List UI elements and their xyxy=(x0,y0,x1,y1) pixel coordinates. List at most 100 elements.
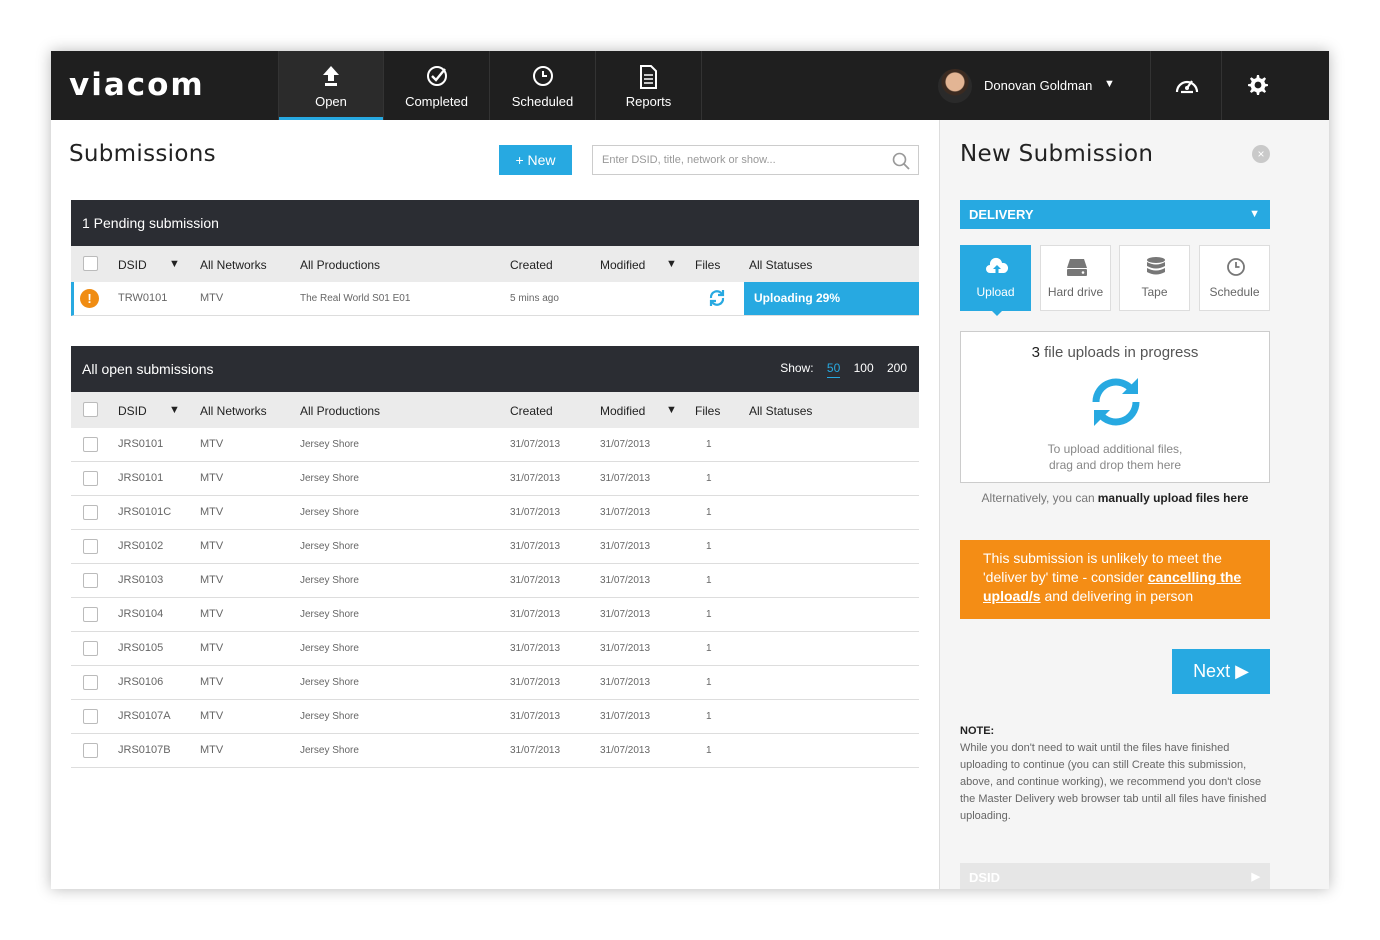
filter-statuses[interactable]: All Statuses xyxy=(749,404,812,418)
upload-status-badge: Uploading 29% xyxy=(744,282,919,315)
note-title: NOTE: xyxy=(960,725,995,737)
cell-created: 31/07/2013 xyxy=(510,609,561,620)
cell-production: Jersey Shore xyxy=(300,507,359,518)
cell-production: Jersey Shore xyxy=(300,643,359,654)
clock-icon xyxy=(1227,258,1245,276)
table-row[interactable]: JRS0105 MTV Jersey Shore 31/07/2013 31/07/20… xyxy=(71,632,919,666)
upload-arrow-icon xyxy=(323,66,339,86)
search-input[interactable] xyxy=(593,146,883,174)
filter-networks[interactable]: All Networks xyxy=(200,404,267,418)
cell-modified: 31/07/2013 xyxy=(600,643,651,654)
sort-down-icon[interactable]: ▼ xyxy=(169,404,180,416)
cell-dsid: JRS0101C xyxy=(118,506,172,518)
sort-down-icon[interactable]: ▼ xyxy=(169,258,180,270)
dashboard-button[interactable] xyxy=(1150,51,1221,120)
nav-tab-reports[interactable]: Reports xyxy=(596,51,702,120)
submission-type-select[interactable]: DELIVERY ▼ xyxy=(960,200,1270,229)
page-size-50[interactable]: 50 xyxy=(826,361,841,378)
row-checkbox[interactable] xyxy=(83,607,98,622)
nav-tab-open[interactable]: Open xyxy=(278,51,384,120)
filter-productions[interactable]: All Productions xyxy=(300,258,380,272)
table-row[interactable]: JRS0106 MTV Jersey Shore 31/07/2013 31/07/20… xyxy=(71,666,919,700)
table-row[interactable]: ! TRW0101 MTV The Real World S01 E01 5 m… xyxy=(71,282,919,316)
file-drop-zone[interactable]: 3 file uploads in progress To upload add… xyxy=(960,331,1270,483)
alt-text: Alternatively, you can xyxy=(981,491,1095,505)
table-row[interactable]: JRS0101 MTV Jersey Shore 31/07/2013 31/07/20… xyxy=(71,428,919,462)
cell-created: 31/07/2013 xyxy=(510,507,561,518)
drop-hint-line-1: To upload additional files, xyxy=(1047,442,1183,456)
method-hard-drive[interactable]: Hard drive xyxy=(1040,245,1111,311)
cell-dsid: JRS0105 xyxy=(118,642,164,654)
table-row[interactable]: JRS0102 MTV Jersey Shore 31/07/2013 31/07/20… xyxy=(71,530,919,564)
filter-statuses[interactable]: All Statuses xyxy=(749,258,812,272)
show-label: Show: xyxy=(780,361,814,375)
column-created[interactable]: Created xyxy=(510,404,553,418)
manual-upload-link[interactable]: manually upload files here xyxy=(1098,491,1249,505)
filter-networks[interactable]: All Networks xyxy=(200,258,267,272)
table-row[interactable]: JRS0101C MTV Jersey Shore 31/07/2013 31/07/2… xyxy=(71,496,919,530)
new-submission-button[interactable]: + New xyxy=(499,145,572,175)
cell-modified: 31/07/2013 xyxy=(600,745,651,756)
column-files[interactable]: Files xyxy=(695,258,720,272)
cell-dsid: JRS0107B xyxy=(118,744,171,756)
note-block: NOTE: While you don't need to wait until… xyxy=(960,723,1270,825)
row-checkbox[interactable] xyxy=(83,675,98,690)
table-row[interactable]: JRS0104 MTV Jersey Shore 31/07/2013 31/07/20… xyxy=(71,598,919,632)
table-row[interactable]: JRS0107B MTV Jersey Shore 31/07/2013 31/07/2… xyxy=(71,734,919,768)
select-all-checkbox[interactable] xyxy=(83,402,98,417)
row-checkbox[interactable] xyxy=(83,743,98,758)
select-all-checkbox[interactable] xyxy=(83,256,98,271)
cell-dsid: TRW0101 xyxy=(118,292,168,304)
dsid-section-collapsed[interactable]: DSID ▶ xyxy=(960,863,1270,889)
column-created[interactable]: Created xyxy=(510,258,553,272)
row-checkbox[interactable] xyxy=(83,573,98,588)
cell-production: Jersey Shore xyxy=(300,575,359,586)
cell-files: 1 xyxy=(706,439,712,450)
column-modified[interactable]: Modified xyxy=(600,258,645,272)
cell-files: 1 xyxy=(706,575,712,586)
cell-created: 31/07/2013 xyxy=(510,473,561,484)
filter-productions[interactable]: All Productions xyxy=(300,404,380,418)
method-tape[interactable]: Tape xyxy=(1119,245,1190,311)
table-row[interactable]: JRS0107A MTV Jersey Shore 31/07/2013 31/07/2… xyxy=(71,700,919,734)
method-upload[interactable]: Upload xyxy=(960,245,1031,316)
row-checkbox[interactable] xyxy=(83,437,98,452)
row-checkbox[interactable] xyxy=(83,471,98,486)
row-checkbox[interactable] xyxy=(83,709,98,724)
viacom-logo[interactable]: viacom xyxy=(69,67,205,103)
page-size-100[interactable]: 100 xyxy=(854,361,874,375)
page-size-200[interactable]: 200 xyxy=(887,361,907,375)
table-row[interactable]: JRS0101 MTV Jersey Shore 31/07/2013 31/07/20… xyxy=(71,462,919,496)
cell-files: 1 xyxy=(706,677,712,688)
nav-tab-scheduled[interactable]: Scheduled xyxy=(490,51,596,120)
drop-hint: To upload additional files, drag and dro… xyxy=(961,441,1269,473)
pending-section-title: 1 Pending submission xyxy=(82,215,219,231)
cell-network: MTV xyxy=(200,540,224,552)
row-checkbox[interactable] xyxy=(83,641,98,656)
nav-tab-completed[interactable]: Completed xyxy=(384,51,490,120)
speedometer-icon xyxy=(1175,80,1199,94)
sort-down-icon[interactable]: ▼ xyxy=(666,404,677,416)
column-dsid[interactable]: DSID xyxy=(118,258,147,272)
table-row[interactable]: JRS0103 MTV Jersey Shore 31/07/2013 31/07/20… xyxy=(71,564,919,598)
cell-production: Jersey Shore xyxy=(300,677,359,688)
cell-modified: 31/07/2013 xyxy=(600,507,651,518)
column-files[interactable]: Files xyxy=(695,404,720,418)
cell-network: MTV xyxy=(200,676,224,688)
search-icon[interactable] xyxy=(892,152,910,170)
settings-button[interactable] xyxy=(1221,51,1292,120)
user-menu[interactable]: Donovan Goldman ▼ xyxy=(938,51,1150,120)
cell-dsid: JRS0102 xyxy=(118,540,164,552)
close-icon[interactable]: × xyxy=(1252,145,1270,163)
next-button[interactable]: Next ▶ xyxy=(1172,649,1270,694)
sort-down-icon[interactable]: ▼ xyxy=(666,258,677,270)
row-checkbox[interactable] xyxy=(83,505,98,520)
top-navigation-bar: viacom Open Completed Scheduled Reports … xyxy=(51,51,1329,120)
nav-tab-label: Open xyxy=(315,94,347,109)
cell-created: 31/07/2013 xyxy=(510,439,561,450)
warning-text-2: and delivering in person xyxy=(1040,588,1194,604)
column-modified[interactable]: Modified xyxy=(600,404,645,418)
column-dsid[interactable]: DSID xyxy=(118,404,147,418)
method-schedule[interactable]: Schedule xyxy=(1199,245,1270,311)
row-checkbox[interactable] xyxy=(83,539,98,554)
